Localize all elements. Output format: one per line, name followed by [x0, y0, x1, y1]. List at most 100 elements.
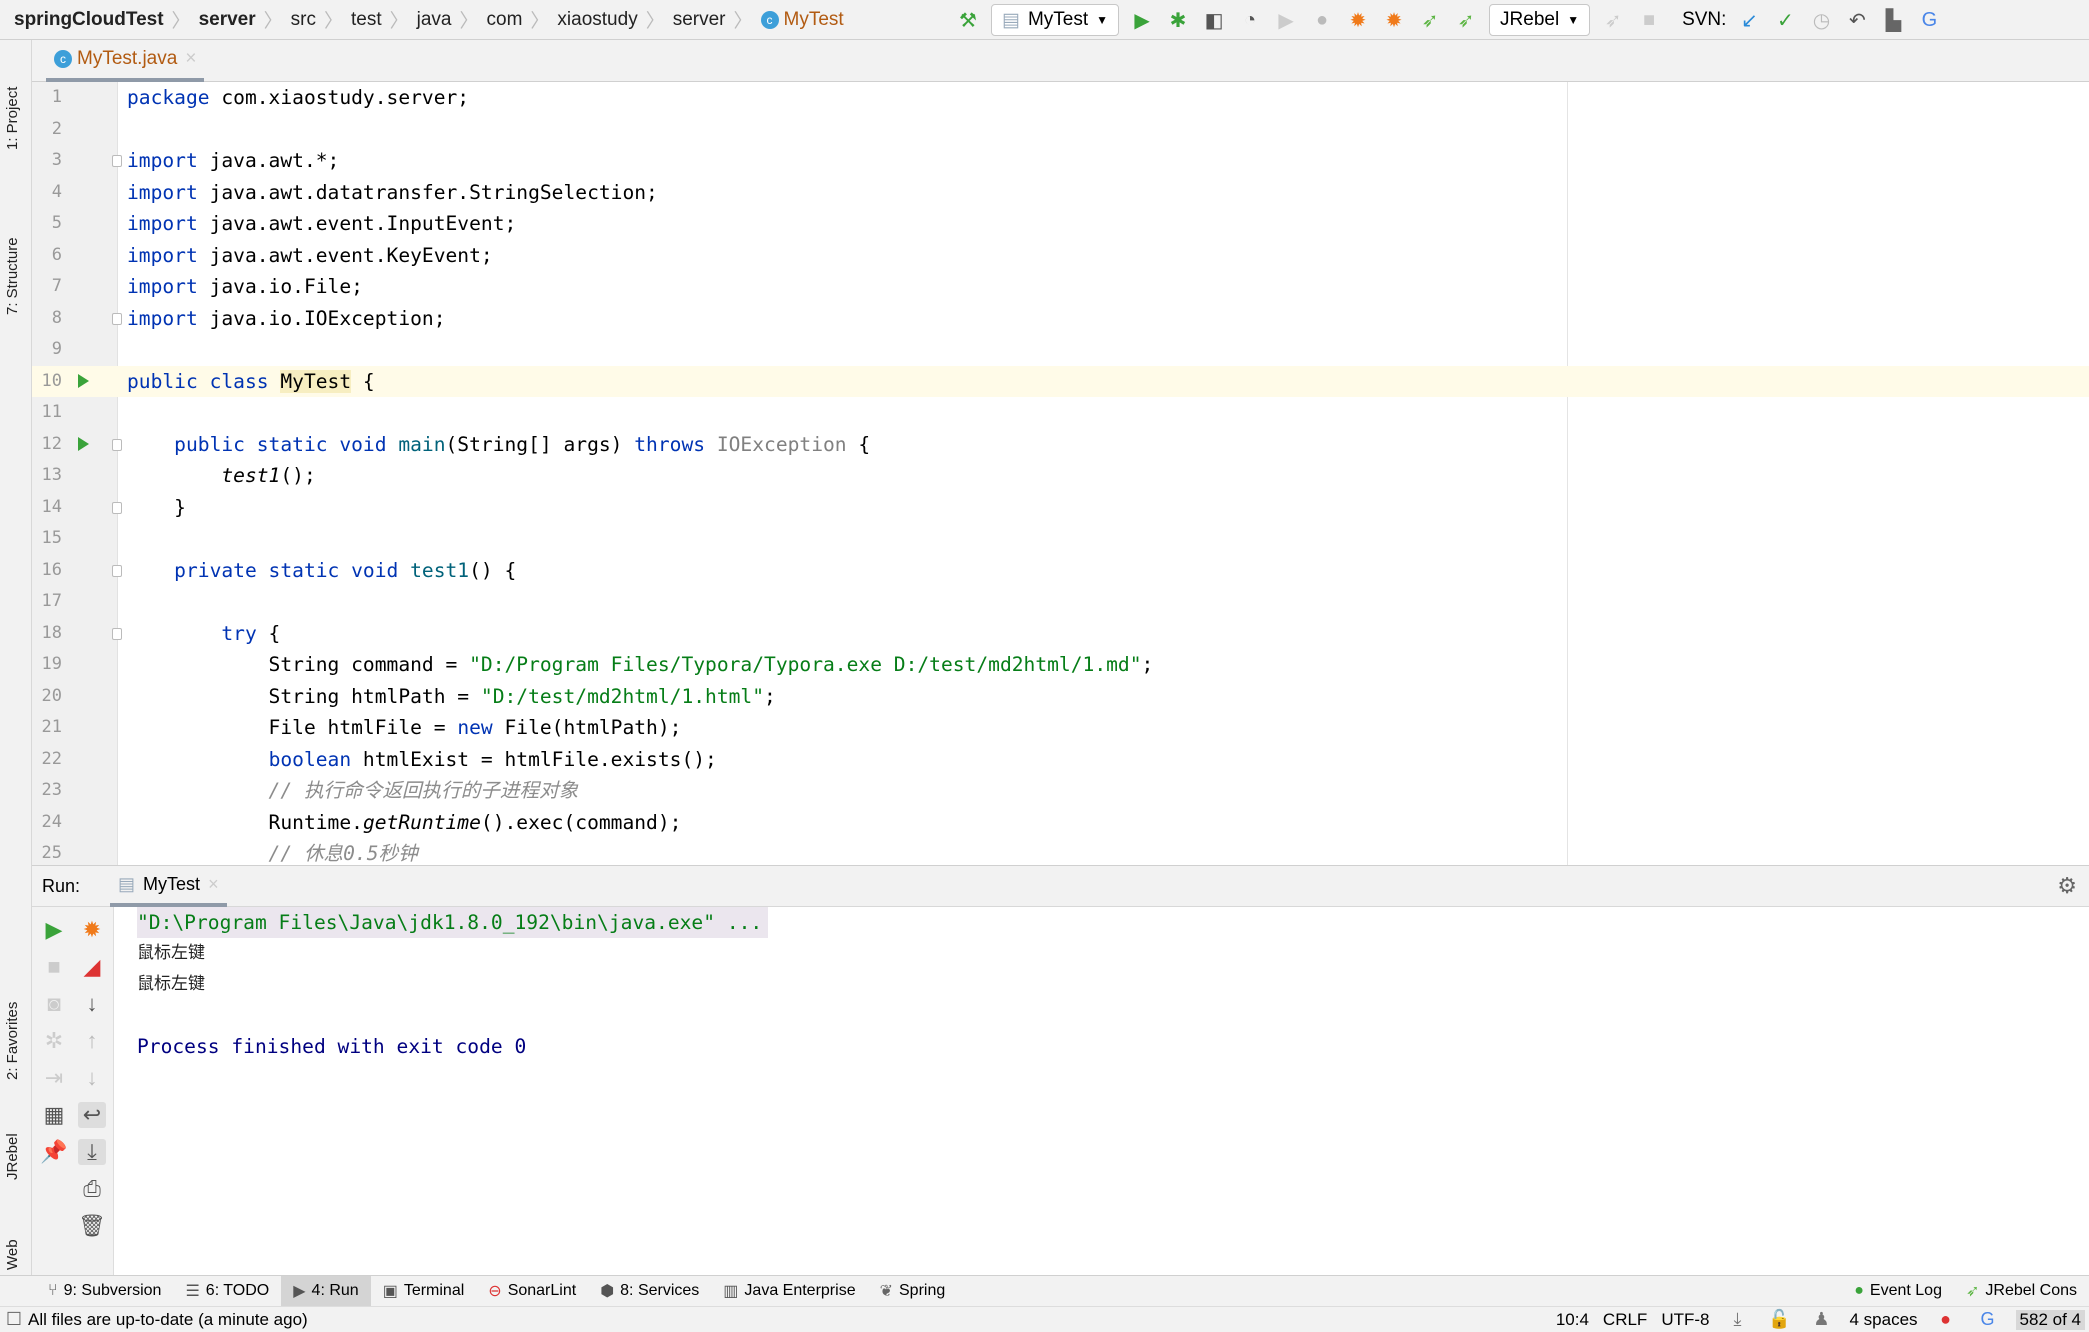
tool-window-right[interactable]: ● Event Log	[1842, 1276, 1954, 1307]
vcs-icon[interactable]: ⤓	[1724, 1309, 1752, 1330]
console-output[interactable]: "D:\Program Files\Java\jdk1.8.0_192\bin\…	[114, 907, 2089, 1275]
tool-window-right[interactable]: ➶ JRebel Cons	[1954, 1276, 2089, 1307]
code-text: boolean htmlExist = htmlFile.exists();	[127, 744, 717, 776]
memory-indicator[interactable]: 582 of 4	[2015, 1309, 2085, 1330]
tool-window-java-enterprise[interactable]: ▥ Java Enterprise	[711, 1276, 867, 1307]
fold-icon[interactable]	[112, 438, 122, 451]
favorites-tool-button[interactable]: 2: Favorites	[4, 1002, 21, 1080]
profile-icon[interactable]: ◔	[1237, 7, 1263, 33]
breadcrumb-item[interactable]: xiaostudy	[557, 9, 637, 31]
lock-icon[interactable]: 🔓	[1766, 1309, 1794, 1330]
close-icon[interactable]: ×	[185, 48, 196, 70]
code-token: java.io.IOException;	[197, 306, 446, 330]
jrebel-icon[interactable]: ✹	[78, 917, 106, 943]
google-icon[interactable]: G	[1974, 1309, 2002, 1330]
caret-position[interactable]: 10:4	[1556, 1310, 1589, 1330]
jrebel-rocket-debug-icon[interactable]: ➶	[1453, 7, 1479, 33]
jrebel-rocket-icon[interactable]: ➶	[1417, 7, 1443, 33]
code-line: 15	[32, 523, 2089, 555]
layout-icon[interactable]: ▦	[40, 1102, 68, 1128]
tool-window-subversion[interactable]: ⑂ 9: Subversion	[36, 1276, 173, 1307]
inspector-icon[interactable]: ♟	[1808, 1309, 1836, 1330]
breadcrumb-item[interactable]: com	[487, 9, 523, 31]
file-encoding[interactable]: UTF-8	[1661, 1310, 1709, 1330]
event-log-icon: ●	[1854, 1282, 1864, 1299]
fold-icon[interactable]	[112, 501, 122, 514]
indent-setting[interactable]: 4 spaces	[1850, 1310, 1918, 1330]
down-arrow-icon[interactable]: ↓	[78, 1065, 106, 1091]
rerun-icon[interactable]: ▶	[40, 917, 68, 943]
breadcrumb-item[interactable]: MyTest	[784, 9, 844, 31]
tool-window-todo[interactable]: ☰ 6: TODO	[173, 1276, 281, 1307]
tool-window-services[interactable]: ⬢ 8: Services	[588, 1276, 711, 1307]
breadcrumb-item[interactable]: springCloudTest	[14, 9, 164, 31]
print-icon[interactable]: ⎙	[78, 1176, 106, 1202]
translate-icon[interactable]: G	[1916, 7, 1942, 33]
jrebel-tool-button[interactable]: JRebel	[4, 1133, 21, 1180]
svn-update-icon[interactable]: ↙	[1736, 7, 1762, 33]
run-gutter-icon[interactable]	[78, 436, 89, 451]
fold-icon[interactable]	[112, 155, 122, 167]
tool-window-terminal[interactable]: ▣ Terminal	[371, 1276, 477, 1307]
breadcrumb-item[interactable]: java	[417, 9, 452, 31]
coverage-icon[interactable]: ◧	[1201, 7, 1227, 33]
breadcrumb-item[interactable]: src	[291, 9, 316, 31]
sort-icon[interactable]: ↓	[78, 991, 106, 1017]
jrebel-console-icon: ➶	[1965, 1283, 1980, 1300]
soft-wrap-icon[interactable]: ↩	[78, 1102, 106, 1128]
jrebel-run-icon[interactable]: ✹	[1345, 7, 1371, 33]
tool-window-spring[interactable]: ❦ Spring	[868, 1276, 958, 1307]
code-token: IOException	[716, 432, 847, 456]
error-icon[interactable]: ●	[1932, 1309, 1960, 1330]
code-line: 24 Runtime.getRuntime().exec(command);	[32, 807, 2089, 839]
history-icon[interactable]: ◷	[1808, 7, 1834, 33]
line-number: 21	[41, 717, 62, 737]
code-editor[interactable]: 1 package com.xiaostudy.server; 2 3 import j…	[32, 82, 2089, 865]
attach-icon[interactable]: ●	[1309, 7, 1335, 33]
fold-icon[interactable]	[112, 627, 122, 640]
structure-tool-button[interactable]: 7: Structure	[4, 237, 21, 315]
pin-icon[interactable]: 📌	[40, 1139, 68, 1165]
svn-commit-icon[interactable]: ✓	[1772, 7, 1798, 33]
run-tab-mytest[interactable]: ▤ MyTest ×	[110, 865, 227, 907]
trash-icon[interactable]: 🗑	[78, 1213, 106, 1239]
gear-icon[interactable]: ⚙	[2057, 873, 2077, 899]
jrebel-label: JRebel	[1500, 9, 1560, 30]
stop-icon[interactable]: ■	[1636, 7, 1662, 33]
run-gutter-icon[interactable]	[78, 373, 89, 388]
revert-icon[interactable]: ↶	[1844, 7, 1870, 33]
project-tool-button[interactable]: 1: Project	[4, 87, 21, 150]
run-config-select[interactable]: ▤ MyTest ▼	[991, 4, 1120, 36]
code-line: 19 String command = "D:/Program Files/Ty…	[32, 649, 2089, 681]
close-icon[interactable]: ×	[208, 874, 219, 895]
web-tool-button[interactable]: Web	[4, 1239, 21, 1270]
jrebel-select[interactable]: JRebel ▼	[1489, 4, 1591, 36]
run-icon[interactable]: ▶	[1129, 7, 1155, 33]
toggle-tool-windows-icon[interactable]: ☐	[0, 1309, 28, 1330]
scroll-to-end-icon[interactable]: ⤓	[78, 1139, 106, 1165]
svn-label: SVN:	[1682, 9, 1727, 30]
jrebel-disabled-icon[interactable]: ➶	[1600, 7, 1626, 33]
build-hammer-icon[interactable]: ⚒	[955, 7, 981, 33]
fold-icon[interactable]	[112, 312, 122, 325]
jrebel-debug-icon[interactable]: ✹	[1381, 7, 1407, 33]
breadcrumb-item[interactable]: test	[351, 9, 382, 31]
resume-icon[interactable]: ▶	[1273, 7, 1299, 33]
settings-icon[interactable]: ✲	[40, 1028, 68, 1054]
tool-window-sonarlint[interactable]: ⊖ SonarLint	[476, 1276, 588, 1307]
tab-mytest-java[interactable]: c MyTest.java ×	[46, 40, 205, 82]
camera-icon[interactable]: ◙	[40, 991, 68, 1017]
code-line: 8 import java.io.IOException;	[32, 303, 2089, 335]
breadcrumb-item[interactable]: server	[199, 9, 256, 31]
breadcrumb-item[interactable]: server	[673, 9, 726, 31]
line-separator[interactable]: CRLF	[1603, 1310, 1647, 1330]
stop-icon[interactable]: ■	[40, 954, 68, 980]
line-number: 24	[41, 811, 62, 832]
fold-icon[interactable]	[112, 564, 122, 577]
tool-window-run[interactable]: ▶ 4: Run	[281, 1275, 371, 1307]
clear-icon[interactable]: ◢	[78, 954, 106, 980]
exit-icon[interactable]: ⇥	[40, 1065, 68, 1091]
up-arrow-icon[interactable]: ↑	[78, 1028, 106, 1054]
debug-bug-icon[interactable]: ✱	[1165, 7, 1191, 33]
project-structure-icon[interactable]: ▙	[1880, 7, 1906, 33]
